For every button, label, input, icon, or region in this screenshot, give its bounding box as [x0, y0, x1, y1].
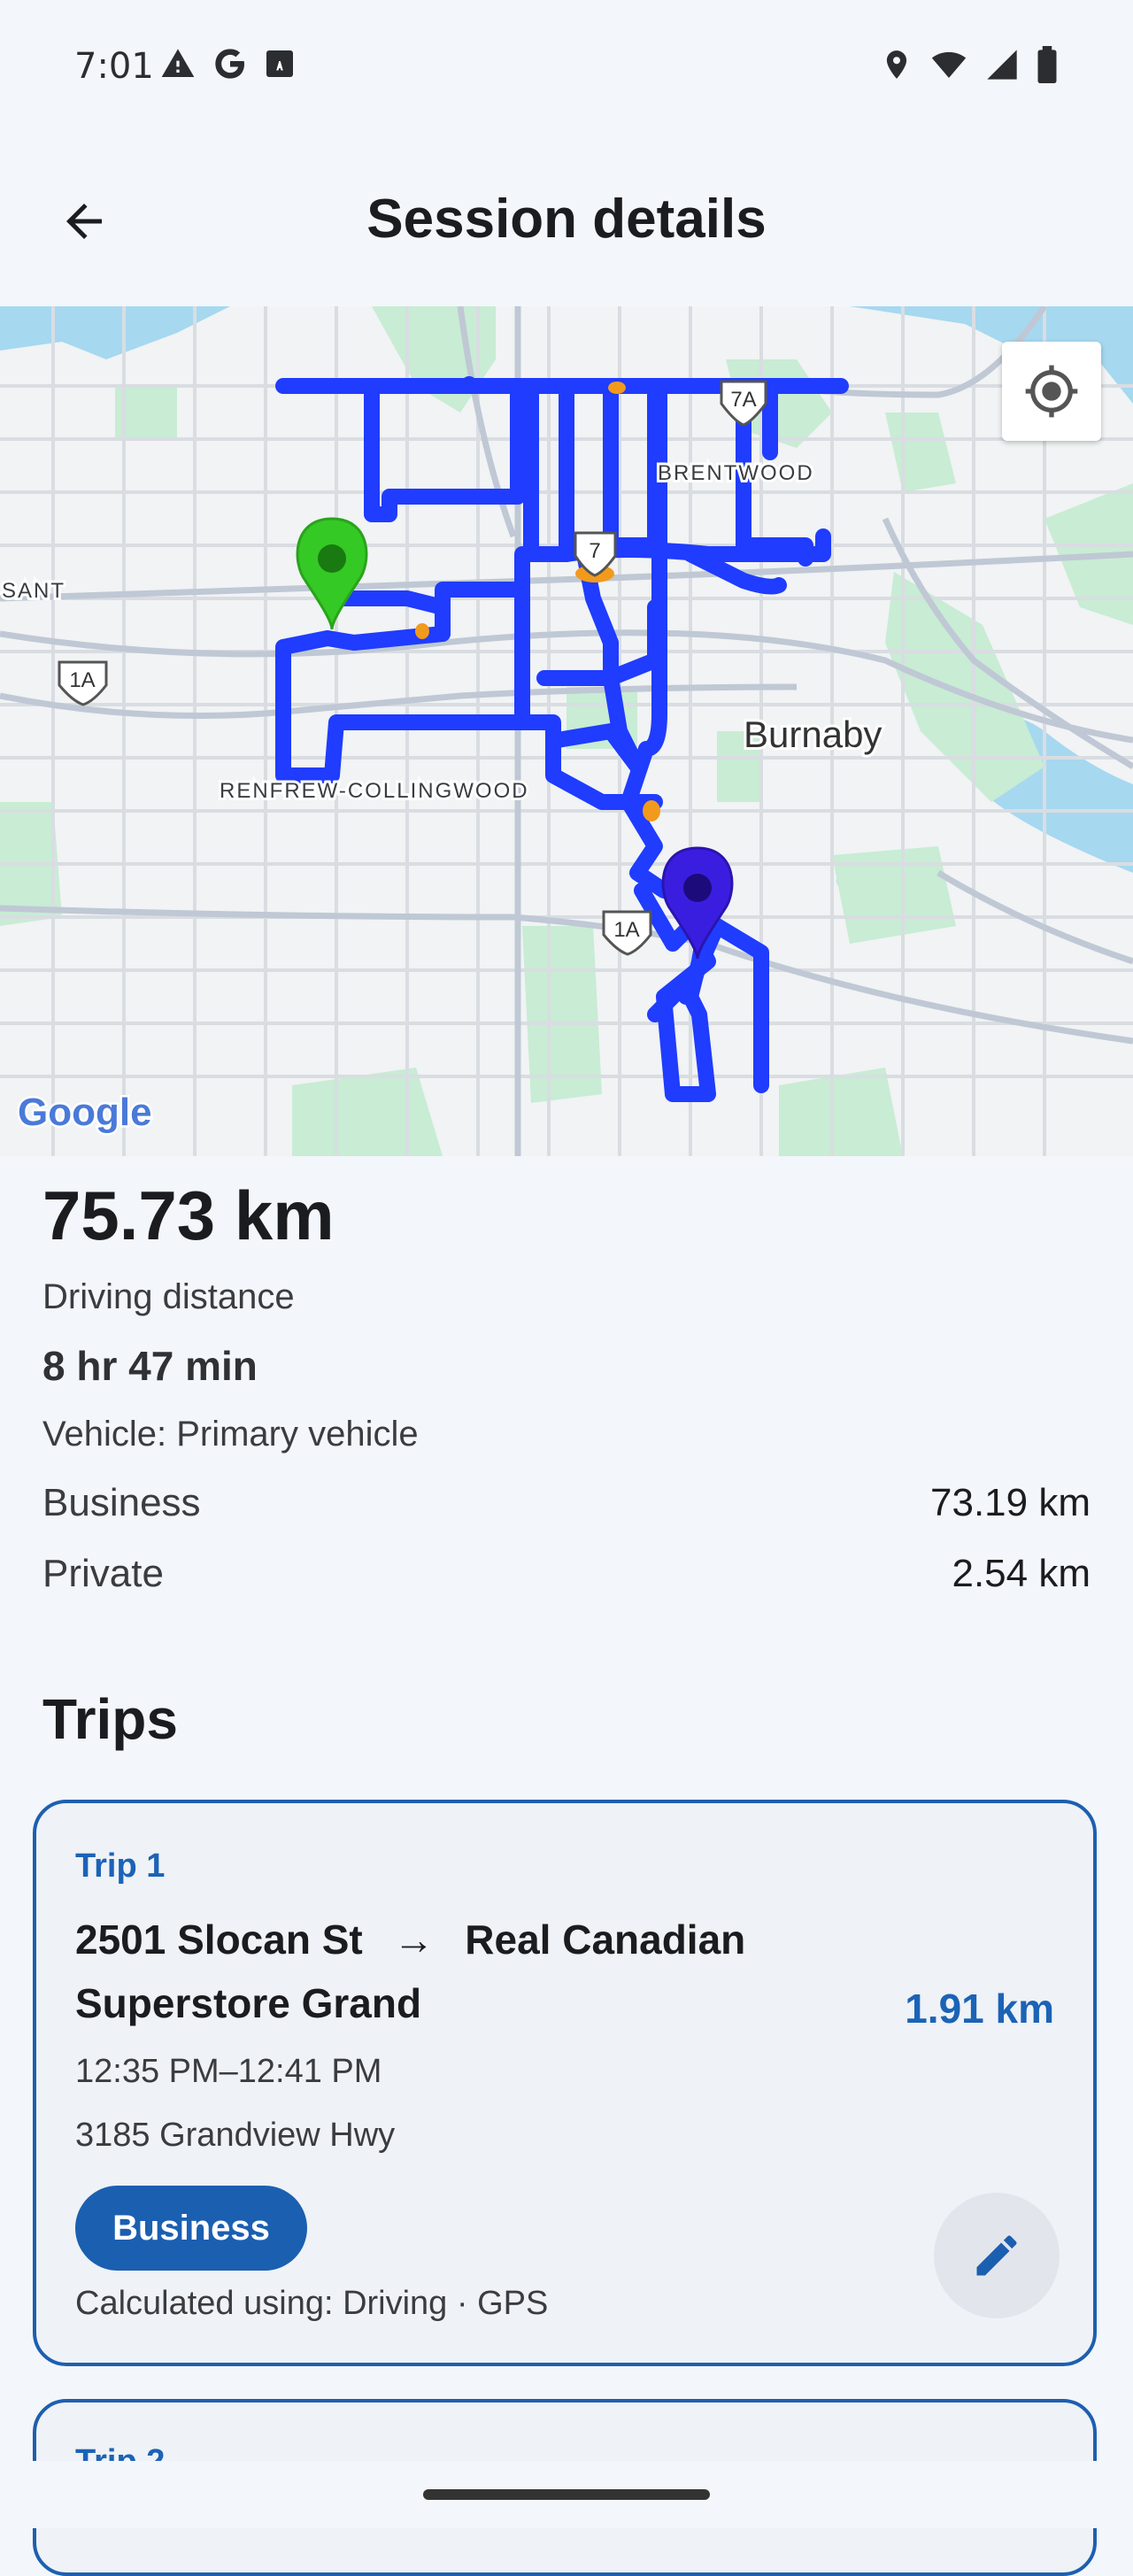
private-label: Private — [42, 1552, 164, 1595]
business-row: Business 73.19 km — [42, 1481, 1091, 1525]
map-label-renfrew: RENFREW-COLLINGWOOD — [220, 779, 529, 803]
trip-from: 2501 Slocan St — [75, 1917, 363, 1963]
status-time: 7:01 — [74, 46, 154, 87]
trip-to-line2: Superstore Grand — [75, 1980, 422, 2026]
park — [832, 846, 956, 944]
vehicle: Vehicle: Primary vehicle — [42, 1415, 419, 1454]
business-value: 73.19 km — [930, 1481, 1091, 1524]
google-attribution: Google — [18, 1091, 152, 1134]
status-bar: 7:01 — [0, 0, 1133, 133]
trips-heading: Trips — [42, 1687, 178, 1751]
hwy-1a-left-label: 1A — [69, 668, 95, 692]
status-icons-right — [880, 46, 1059, 83]
warning-icon — [161, 49, 195, 77]
private-value: 2.54 km — [952, 1552, 1091, 1595]
arrow-right-icon: → — [393, 1917, 435, 1963]
trip-to-line1: Real Canadian — [465, 1917, 746, 1963]
font-icon — [266, 50, 293, 77]
business-label: Business — [42, 1481, 201, 1524]
trip-address: 3185 Grandview Hwy — [75, 2117, 396, 2154]
my-location-button[interactable] — [1002, 342, 1101, 441]
page-title: Session details — [366, 189, 767, 250]
trip-card[interactable]: Trip 1 2501 Slocan St → Real Canadian Su… — [33, 1800, 1097, 2366]
distance-label: Driving distance — [42, 1277, 295, 1316]
trip-time: 12:35 PM–12:41 PM — [75, 2053, 382, 2090]
route-map[interactable]: 7A 7 1A 1A BRENTWOOD Burnaby RENFREW-COL… — [0, 306, 1133, 1156]
map-label-sant: SANT — [2, 579, 66, 603]
map-label-brentwood: BRENTWOOD — [658, 461, 814, 485]
trip-route: 2501 Slocan St → Real Canadian Superstor… — [75, 1908, 854, 2035]
status-icons-left — [159, 46, 296, 81]
trip-calc-method: Calculated using: Driving · GPS — [75, 2285, 549, 2322]
battery-icon — [1037, 46, 1057, 83]
signal-icon — [987, 50, 1017, 80]
wifi-icon — [931, 51, 967, 78]
category-chip[interactable]: Business — [75, 2186, 307, 2271]
location-icon — [886, 50, 907, 79]
hwy-7-label: 7 — [589, 539, 600, 563]
home-indicator[interactable] — [423, 2489, 710, 2500]
hwy-7a-label: 7A — [730, 388, 756, 412]
my-location-icon — [1025, 365, 1078, 418]
hwy-1a-bottom-label: 1A — [613, 918, 639, 942]
edit-trip-button[interactable] — [934, 2193, 1060, 2318]
total-distance: 75.73 km — [42, 1176, 335, 1254]
trip-distance: 1.91 km — [905, 1986, 1054, 2032]
map-label-burnaby: Burnaby — [744, 713, 882, 755]
trip-label: Trip 1 — [75, 1847, 166, 1885]
private-row: Private 2.54 km — [42, 1552, 1091, 1596]
google-icon — [215, 49, 244, 79]
edit-icon — [976, 2235, 1017, 2276]
session-summary: 75.73 km Driving distance 8 hr 47 min Ve… — [42, 1168, 1091, 1596]
duration: 8 hr 47 min — [42, 1343, 258, 1389]
map-canvas: 7A 7 1A 1A BRENTWOOD Burnaby RENFREW-COL… — [0, 306, 1133, 1156]
